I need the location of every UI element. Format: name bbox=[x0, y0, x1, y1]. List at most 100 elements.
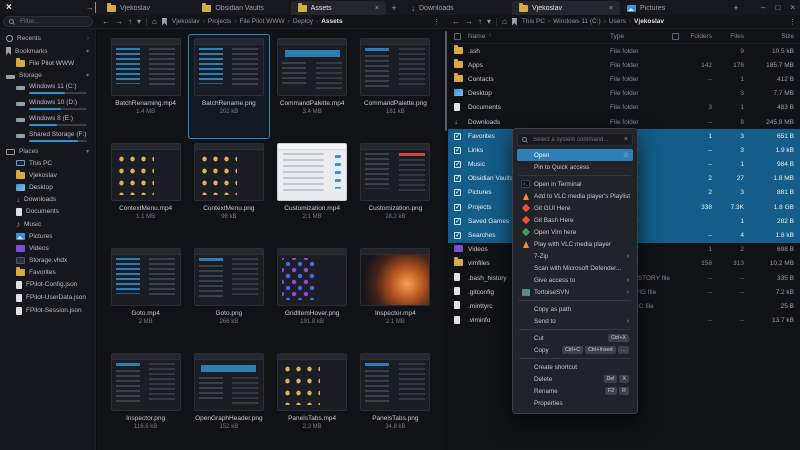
new-tab-button[interactable]: + bbox=[386, 1, 402, 15]
history-dropdown[interactable]: ▾ bbox=[137, 15, 141, 28]
menu-item-git-bash-here[interactable]: Git Bash Here bbox=[517, 214, 633, 226]
sidebar-section-storage[interactable]: Storage▾ bbox=[0, 69, 95, 81]
pane-options-icon[interactable]: ⋮ bbox=[789, 18, 796, 26]
bookmark-icon[interactable] bbox=[162, 18, 167, 26]
sidebar-item-fpilot-userdata-json[interactable]: FPilot-UserData.json bbox=[0, 291, 95, 304]
row-checkbox-checked[interactable] bbox=[454, 161, 461, 168]
grid-item[interactable]: OpenGraphHeader.png152 kB bbox=[188, 349, 269, 450]
sidebar-item-windows-8-e-[interactable]: Windows 8 (E:) bbox=[0, 113, 95, 129]
menu-item-open[interactable]: Open☆ bbox=[517, 149, 633, 161]
sidebar-filter[interactable] bbox=[3, 16, 93, 27]
menu-item-copy-as-path[interactable]: Copy as path bbox=[517, 303, 633, 315]
tab-left-obsidian-vaults[interactable]: Obsidian Vaults bbox=[195, 1, 290, 15]
sidebar-item-desktop[interactable]: Desktop bbox=[0, 181, 95, 193]
sidebar-item-documents[interactable]: Documents bbox=[0, 205, 95, 218]
new-tab-button[interactable]: + bbox=[728, 1, 744, 15]
column-header-name[interactable]: Name↑ bbox=[468, 33, 610, 40]
table-row[interactable]: ↓DownloadsFile folder--8245.8 MB bbox=[448, 115, 800, 129]
scrollbar-thumb[interactable] bbox=[445, 31, 447, 131]
row-checkbox-checked[interactable] bbox=[454, 175, 461, 182]
grid-item[interactable]: GridItemHover.png191.8 kB bbox=[272, 244, 353, 349]
grid-item[interactable]: BatchRename.png202 kB bbox=[188, 34, 269, 139]
grid-item[interactable]: Customization.png28.2 kB bbox=[355, 139, 436, 244]
menu-item-cut[interactable]: CutCtrl+X bbox=[517, 332, 633, 344]
sidebar-item-fpilot-config-json[interactable]: FPilot-Config.json bbox=[0, 278, 95, 291]
menu-item-give-access-to[interactable]: Give access to› bbox=[517, 274, 633, 286]
sidebar-item-storage-vhdx[interactable]: Storage.vhdx bbox=[0, 254, 95, 266]
column-header-files[interactable]: Files bbox=[712, 33, 744, 40]
select-all-checkbox[interactable] bbox=[454, 33, 461, 40]
sidebar-item-vjekoslav[interactable]: Vjekoslav bbox=[0, 169, 95, 181]
menu-item-scan-with-microsoft-defender-[interactable]: Scan with Microsoft Defender... bbox=[517, 262, 633, 274]
sidebar-item-windows-10-d-[interactable]: Windows 10 (D:) bbox=[0, 97, 95, 113]
row-checkbox-checked[interactable] bbox=[454, 232, 461, 239]
grid-item[interactable]: Customization.mp42.1 MB bbox=[272, 139, 353, 244]
row-checkbox-checked[interactable] bbox=[454, 147, 461, 154]
close-tab-icon[interactable]: × bbox=[609, 5, 613, 12]
tab-right-pictures[interactable]: Pictures bbox=[620, 1, 728, 15]
table-row[interactable]: AppsFile folder142176185.7 MB bbox=[448, 58, 800, 72]
menu-item-properties[interactable]: Properties bbox=[517, 397, 633, 409]
breadcrumb-item[interactable]: Assets bbox=[321, 18, 342, 25]
grid-item[interactable]: BatchRenaming.mp41.4 MB bbox=[105, 34, 186, 139]
tab-right-downloads[interactable]: ↓Downloads bbox=[404, 1, 512, 15]
close-button[interactable]: × bbox=[790, 3, 795, 12]
sidebar-item-pictures[interactable]: Pictures bbox=[0, 230, 95, 242]
breadcrumb-item[interactable]: Deploy bbox=[293, 18, 313, 25]
grid-item[interactable]: Goto.png266 kB bbox=[188, 244, 269, 349]
menu-item-open-vim-here[interactable]: Open Vim here bbox=[517, 226, 633, 238]
sidebar-section-places[interactable]: Places▾ bbox=[0, 145, 95, 157]
menu-item-git-gui-here[interactable]: Git GUI Here bbox=[517, 202, 633, 214]
close-icon[interactable]: × bbox=[624, 136, 628, 143]
sidebar-item-videos[interactable]: Videos bbox=[0, 242, 95, 254]
sidebar-item-shared-storage-f-[interactable]: Shared Storage (F:) bbox=[0, 129, 95, 145]
table-row[interactable]: DocumentsFile folder31483 B bbox=[448, 101, 800, 115]
breadcrumb-item[interactable]: Vjekoslav bbox=[172, 18, 200, 25]
up-button[interactable]: ↑ bbox=[128, 15, 132, 28]
grid-item[interactable]: Inspector.mp42.1 MB bbox=[355, 244, 436, 349]
menu-item-play-with-vlc-media-player[interactable]: Play with VLC media player bbox=[517, 238, 633, 250]
pane-options-icon[interactable]: ⋮ bbox=[433, 18, 440, 26]
tab-pin-icon[interactable]: → bbox=[86, 2, 96, 13]
close-tab-icon[interactable]: × bbox=[375, 5, 379, 12]
menu-item-delete[interactable]: DeleteDelX bbox=[517, 373, 633, 385]
up-button[interactable]: ↑ bbox=[478, 15, 482, 28]
sidebar-filter-input[interactable] bbox=[18, 17, 87, 26]
home-icon[interactable]: ⌂ bbox=[152, 15, 157, 28]
menu-item-tortoisesvn[interactable]: TortoiseSVN› bbox=[517, 286, 633, 298]
maximize-button[interactable]: □ bbox=[775, 3, 780, 12]
sidebar-section-recents[interactable]: Recents› bbox=[0, 32, 95, 44]
tab-left-vjekoslav[interactable]: Vjekoslav bbox=[100, 1, 195, 15]
breadcrumb-item[interactable]: File Pilot WWW bbox=[240, 18, 285, 25]
menu-item-create-shortcut[interactable]: Create shortcut bbox=[517, 361, 633, 373]
grid-item[interactable]: CommandPalette.mp43.4 MB bbox=[272, 34, 353, 139]
bookmark-icon[interactable] bbox=[512, 18, 517, 26]
table-row[interactable]: DesktopFile folder37.7 MB bbox=[448, 87, 800, 101]
sidebar-section-bookmarks[interactable]: Bookmarks▾ bbox=[0, 44, 95, 57]
sidebar-item-favorites[interactable]: Favorites bbox=[0, 266, 95, 278]
history-dropdown[interactable]: ▾ bbox=[487, 15, 491, 28]
grid-item[interactable]: PanelsTabs.png34.8 kB bbox=[355, 349, 436, 450]
grid-item[interactable]: Inspector.png116.6 kB bbox=[105, 349, 186, 450]
sidebar-item-windows-11-c-[interactable]: Windows 11 (C:) bbox=[0, 81, 95, 97]
row-checkbox-checked[interactable] bbox=[454, 204, 461, 211]
breadcrumb-item[interactable]: This PC bbox=[522, 18, 545, 25]
sidebar-item-downloads[interactable]: ↓Downloads bbox=[0, 193, 95, 205]
grid-item[interactable]: CommandPalette.png181 kB bbox=[355, 34, 436, 139]
back-button[interactable]: ← bbox=[102, 15, 110, 28]
sidebar-item-this-pc[interactable]: This PC bbox=[0, 157, 95, 169]
menu-item-pin-to-quick-access[interactable]: Pin to Quick access bbox=[517, 161, 633, 173]
menu-item-rename[interactable]: RenameF2R bbox=[517, 385, 633, 397]
breadcrumb-item[interactable]: Users bbox=[609, 18, 626, 25]
menu-item-copy[interactable]: CopyCtrl+CCtrl+Insert… bbox=[517, 344, 633, 356]
command-search[interactable]: × bbox=[517, 133, 633, 146]
sidebar-item-fpilot-session-json[interactable]: FPilot-Session.json bbox=[0, 304, 95, 317]
column-header-type[interactable]: Type bbox=[610, 33, 672, 40]
back-button[interactable]: ← bbox=[452, 15, 460, 28]
row-checkbox-checked[interactable] bbox=[454, 218, 461, 225]
column-header-folders[interactable]: Folders bbox=[684, 33, 712, 40]
command-search-input[interactable] bbox=[531, 136, 620, 144]
table-row[interactable]: .sshFile folder910.5 kB bbox=[448, 44, 800, 58]
minimize-button[interactable]: – bbox=[761, 3, 765, 12]
grid-item[interactable]: ContextMenu.png96 kB bbox=[188, 139, 269, 244]
